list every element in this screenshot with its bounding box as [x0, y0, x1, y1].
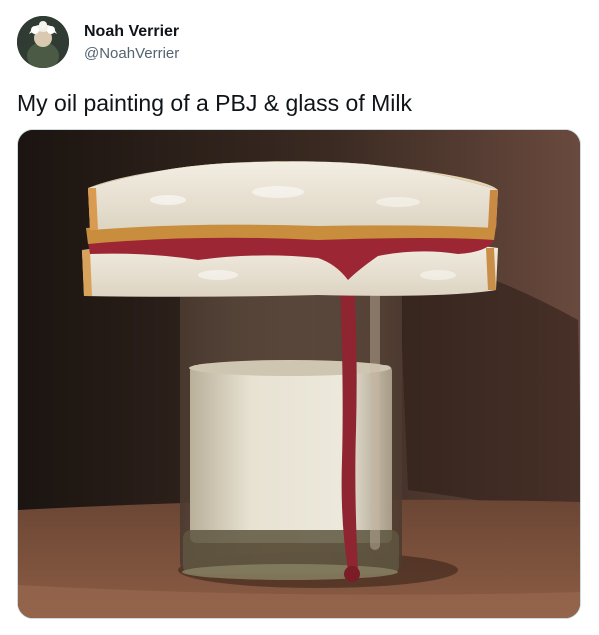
tweet-text: My oil painting of a PBJ & glass of Milk [17, 90, 412, 116]
portrait-avatar-icon [17, 16, 69, 68]
tweet-card[interactable]: Noah Verrier @NoahVerrier My oil paintin… [0, 0, 599, 635]
tweet-media-image[interactable] [17, 129, 581, 619]
author-handle[interactable]: @NoahVerrier [84, 44, 179, 64]
author-name[interactable]: Noah Verrier [84, 22, 179, 42]
pbj-milk-painting [18, 130, 580, 618]
author-avatar[interactable] [17, 16, 69, 68]
